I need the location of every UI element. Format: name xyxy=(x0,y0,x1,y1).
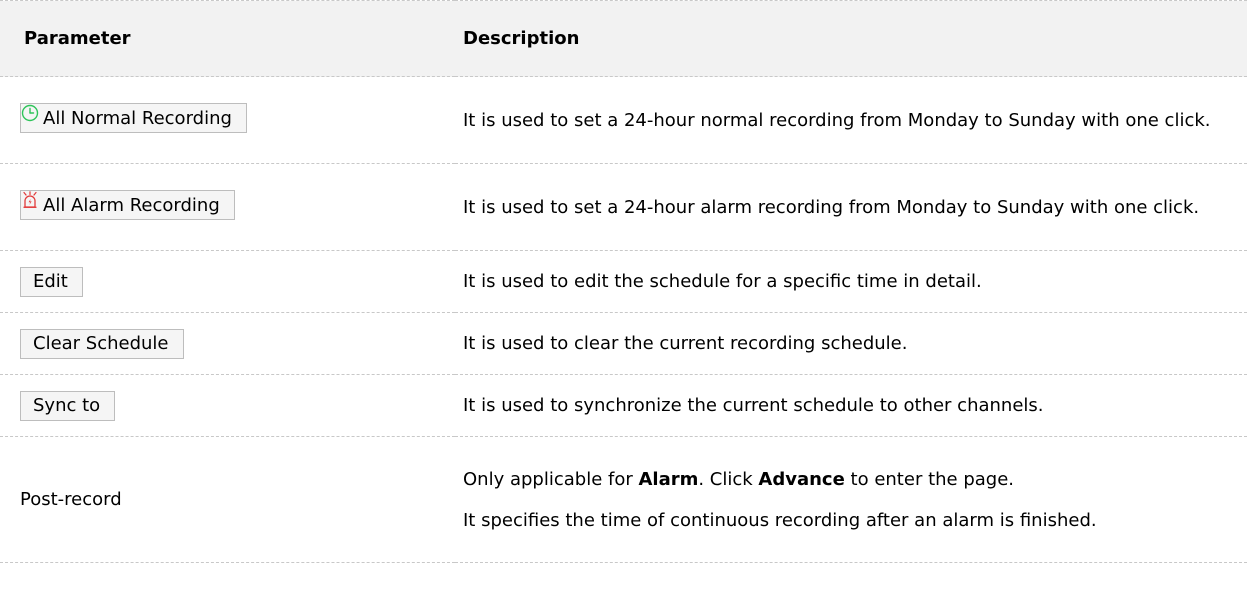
parameter-table: Parameter Description All Normal Recordi… xyxy=(0,0,1247,563)
alarm-icon xyxy=(21,191,39,209)
description-header: Description xyxy=(455,0,1247,77)
button-label: All Alarm Recording xyxy=(43,194,220,216)
table-row: Clear Schedule It is used to clear the c… xyxy=(0,312,1247,375)
table-row: Edit It is used to edit the schedule for… xyxy=(0,250,1247,313)
text-segment: . Click xyxy=(698,468,759,490)
description-line: It specifies the time of continuous reco… xyxy=(463,509,1097,531)
post-record-label: Post-record xyxy=(20,489,122,510)
header-row: Parameter Description xyxy=(0,0,1247,77)
description-cell: It is used to edit the schedule for a sp… xyxy=(455,250,1247,313)
text-segment: to enter the page. xyxy=(844,468,1015,490)
description-cell: Only applicable for Alarm. Click Advance… xyxy=(455,436,1247,563)
description-cell: It is used to set a 24-hour normal recor… xyxy=(455,76,1247,164)
description-line: Only applicable for Alarm. Click Advance… xyxy=(463,464,1243,495)
parameter-cell: All Normal Recording xyxy=(0,76,455,164)
table-header: Parameter Description xyxy=(0,0,1247,77)
text-segment: Only applicable for xyxy=(463,468,639,490)
sync-to-button[interactable]: Sync to xyxy=(20,390,116,421)
clock-icon xyxy=(21,104,39,122)
bold-term-alarm: Alarm xyxy=(638,468,699,490)
table-row: All Alarm Recording It is used to set a … xyxy=(0,163,1247,251)
table-row: Post-record Only applicable for Alarm. C… xyxy=(0,436,1247,563)
parameter-cell: Sync to xyxy=(0,374,455,437)
table-row: Sync to It is used to synchronize the cu… xyxy=(0,374,1247,437)
edit-button[interactable]: Edit xyxy=(20,266,83,297)
table-row: All Normal Recording It is used to set a… xyxy=(0,76,1247,164)
parameter-header: Parameter xyxy=(0,0,455,77)
all-normal-recording-button[interactable]: All Normal Recording xyxy=(20,103,247,133)
button-label: All Normal Recording xyxy=(43,107,232,129)
clear-schedule-button[interactable]: Clear Schedule xyxy=(20,328,184,359)
bold-term-advance: Advance xyxy=(758,468,845,490)
description-cell: It is used to synchronize the current sc… xyxy=(455,374,1247,437)
description-cell: It is used to set a 24-hour alarm record… xyxy=(455,163,1247,251)
parameter-cell: Edit xyxy=(0,250,455,313)
parameter-cell: All Alarm Recording xyxy=(0,163,455,251)
parameter-cell: Clear Schedule xyxy=(0,312,455,375)
description-cell: It is used to clear the current recordin… xyxy=(455,312,1247,375)
parameter-cell: Post-record xyxy=(0,436,455,563)
all-alarm-recording-button[interactable]: All Alarm Recording xyxy=(20,190,235,220)
